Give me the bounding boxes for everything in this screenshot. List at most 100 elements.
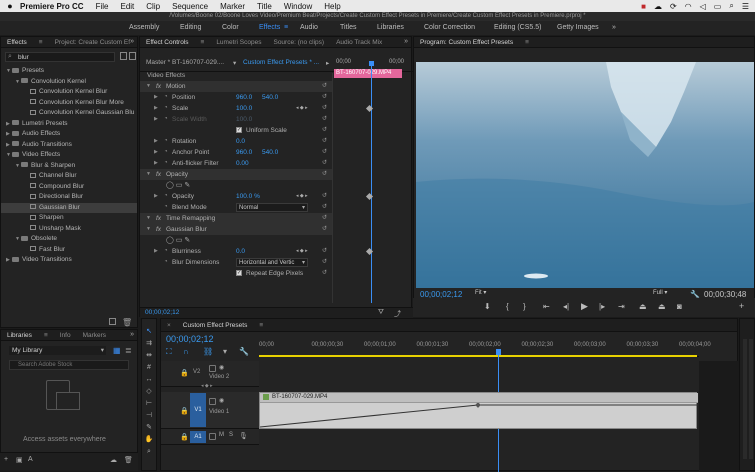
workspace-getty-images[interactable]: Getty Images [557, 24, 599, 31]
more-tabs-icon[interactable]: » [130, 331, 134, 338]
tab-project[interactable]: Project: Create Custom Ef [49, 39, 137, 46]
keyframe-nav[interactable]: ◂ ◆ ▸ [201, 383, 231, 389]
lock-icon[interactable]: 🔒 [180, 433, 189, 441]
sync-icon[interactable]: ☁ [110, 456, 117, 464]
ec-effect-header[interactable]: ▼ fx Time Remapping ↺ [140, 213, 332, 224]
library-dropdown[interactable]: My Library ▾ [9, 346, 106, 355]
tab-lumetri-scopes[interactable]: Lumetri Scopes [210, 39, 267, 46]
workspace-assembly[interactable]: Assembly [129, 24, 159, 31]
stopwatch-icon[interactable]: ◔ [164, 246, 168, 257]
selection-tool-icon[interactable]: ↖ [144, 327, 154, 336]
panel-menu-icon[interactable]: ≡ [195, 39, 211, 46]
checkbox[interactable]: ✓ [236, 127, 242, 133]
chevron-down-icon[interactable]: ▼ [146, 224, 151, 235]
ec-clip-bar[interactable]: BT-160707-029.MP4 [334, 69, 402, 78]
chevron-right-icon[interactable]: ▶ [154, 158, 158, 169]
reset-icon[interactable]: ↺ [322, 158, 327, 169]
checkbox[interactable]: ✓ [236, 270, 242, 276]
stopwatch-icon[interactable]: ◔ [164, 114, 168, 125]
play-icon[interactable]: ▶ [581, 301, 588, 312]
export-frame-icon[interactable]: ◙ [677, 302, 682, 311]
reset-icon[interactable]: ↺ [322, 114, 327, 125]
ec-property-row[interactable]: ▶ ◔ Scale Width 100.0 ↺ [140, 114, 332, 125]
step-back-icon[interactable]: ◂| [563, 302, 569, 311]
stopwatch-icon[interactable]: ◔ [164, 147, 168, 158]
timeline-clip[interactable]: BT-160707-029.MP4 [259, 392, 698, 429]
track-select-tool-icon[interactable]: ⇉ [144, 339, 154, 348]
reset-icon[interactable]: ↺ [322, 147, 327, 158]
stopwatch-icon[interactable]: ◔ [164, 158, 168, 169]
menu-help[interactable]: Help [318, 2, 346, 11]
mark-out-icon[interactable]: } [523, 302, 526, 311]
ec-property-row[interactable]: ▶ ◔ Anti-flicker Filter 0.00 ↺ [140, 158, 332, 169]
effect-item[interactable]: Convolution Kernel Gaussian Blu [1, 108, 137, 118]
record-icon[interactable]: ■ [641, 2, 646, 11]
panel-menu-icon[interactable]: ≡ [38, 332, 54, 339]
workspace-titles[interactable]: Titles [340, 24, 356, 31]
keyframe-navigator-icon[interactable]: ◂ ◆ ▸ [296, 103, 308, 114]
go-to-in-icon[interactable]: ⇤ [543, 302, 550, 311]
sync-lock-icon[interactable] [209, 433, 216, 440]
workspace-menu-icon[interactable]: ≡ [284, 24, 288, 31]
rate-stretch-tool-icon[interactable]: ↔ [144, 375, 154, 384]
effect-item[interactable]: Convolution Kernel Blur [1, 87, 137, 97]
app-name[interactable]: Premiere Pro CC [20, 2, 90, 11]
chevron-right-icon[interactable]: ▶ [154, 191, 158, 202]
ec-effect-header[interactable]: ▼ fx Gaussian Blur ↺ [140, 224, 332, 235]
tab-effects[interactable]: Effects [1, 39, 33, 46]
razor-tool-icon[interactable]: ◇ [144, 387, 154, 396]
effect-item[interactable]: Sharpen [1, 213, 137, 223]
sync-lock-icon[interactable] [209, 398, 216, 405]
grid-view-icon[interactable]: ▦ [113, 346, 121, 355]
ec-property-row[interactable]: ▶ ◔ Blurriness 0.0 ◂ ◆ ▸ ↺ [140, 246, 332, 257]
effect-item[interactable]: Compound Blur [1, 182, 137, 192]
work-area-bar[interactable] [259, 355, 697, 357]
quality-dropdown[interactable]: Full ▾ [650, 289, 684, 298]
ec-value[interactable]: 0.0 [236, 136, 245, 147]
reset-icon[interactable]: ↺ [322, 191, 327, 202]
menu-clip[interactable]: Clip [140, 2, 166, 11]
pen-tool-icon[interactable]: ✎ [144, 423, 154, 432]
new-bin-icon[interactable] [109, 318, 116, 325]
keyframe-marker[interactable] [365, 104, 374, 113]
fx-toggle-icon[interactable]: fx [156, 213, 161, 224]
list-icon[interactable]: ☰ [742, 2, 749, 11]
ec-value[interactable]: 0.0 [236, 246, 245, 257]
reset-icon[interactable]: ↺ [322, 136, 327, 147]
timeline-timecode[interactable]: 00;00;02;12 [166, 334, 214, 344]
ec-sequence-clip[interactable]: Custom Effect Presets * ... [243, 59, 319, 66]
linked-selection-icon[interactable]: ⛓ [203, 347, 213, 356]
reset-icon[interactable]: ↺ [322, 125, 327, 136]
workspace-libraries[interactable]: Libraries [377, 24, 404, 31]
keyframe-navigator-icon[interactable]: ◂ ◆ ▸ [296, 191, 308, 202]
button-editor-icon[interactable]: + [739, 301, 744, 311]
menu-file[interactable]: File [90, 2, 115, 11]
keyframe-marker[interactable] [365, 192, 374, 201]
tab-libraries[interactable]: Libraries [1, 332, 38, 339]
program-monitor-title[interactable]: Program: Custom Effect Presets [414, 39, 519, 46]
eye-icon[interactable]: ◉ [219, 397, 224, 404]
trash-icon[interactable]: 🗑 [122, 318, 132, 327]
stopwatch-icon[interactable]: ◔ [164, 136, 168, 147]
reset-icon[interactable]: ↺ [322, 202, 327, 213]
ec-value[interactable]: 960.0 [236, 92, 252, 103]
lock-icon[interactable]: 🔒 [180, 369, 189, 377]
effects-folder[interactable]: ▼ Obsolete [1, 234, 137, 244]
workspace-color-correction[interactable]: Color Correction [424, 24, 475, 31]
effects-folder[interactable]: ▼ Video Effects [1, 150, 137, 160]
battery-icon[interactable]: ▭ [714, 2, 722, 11]
ec-property-row[interactable]: ▶ ◔ Opacity 100.0 % ◂ ◆ ▸ ↺ [140, 191, 332, 202]
sync-lock-icon[interactable] [209, 365, 216, 372]
chevron-down-icon[interactable]: ▾ [233, 59, 236, 67]
hand-tool-icon[interactable]: ✋ [144, 435, 154, 444]
reset-icon[interactable]: ↺ [322, 213, 327, 224]
track-target-v1[interactable]: V1 [190, 393, 206, 427]
reset-icon[interactable]: ↺ [322, 92, 327, 103]
extract-icon[interactable]: ⏏ [658, 302, 666, 311]
stopwatch-icon[interactable]: ◔ [164, 257, 168, 268]
zoom-tool-icon[interactable]: ⌕ [144, 447, 154, 456]
ec-property-row[interactable]: ▶ ◔ Anchor Point 960.0 540.0 ↺ [140, 147, 332, 158]
menu-window[interactable]: Window [278, 2, 318, 11]
volume-icon[interactable]: ◁ [700, 2, 706, 11]
ec-dropdown[interactable]: Horizontal and Vertic ▾ [236, 258, 308, 267]
